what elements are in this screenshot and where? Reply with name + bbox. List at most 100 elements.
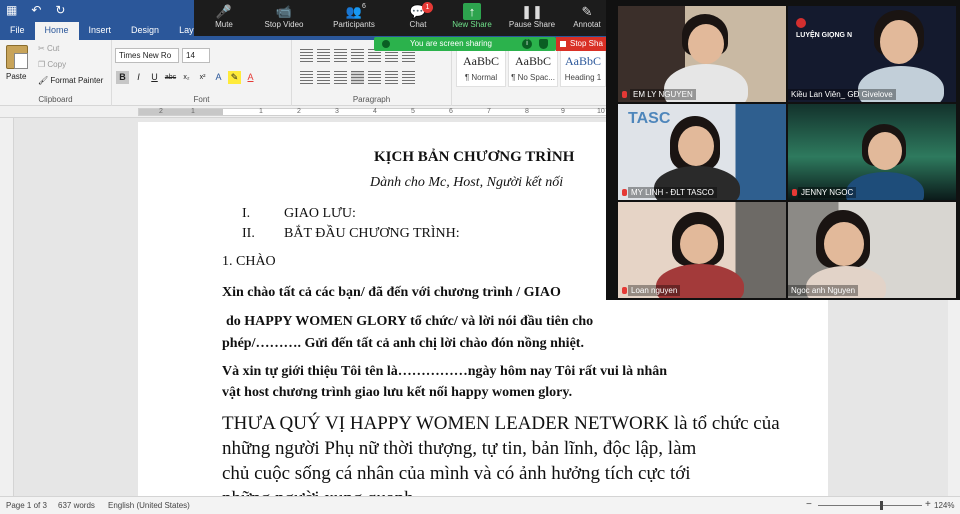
body-line: những người Phụ nữ thời thượng, tự tin, … [222,438,697,459]
participant-tile-active-speaker[interactable]: Ngoc anh Nguyen [788,202,956,298]
align-right-icon[interactable] [334,71,347,84]
justify-icon[interactable] [351,71,364,84]
decrease-indent-icon[interactable] [351,49,364,62]
borders-icon[interactable] [402,71,415,84]
participant-name: Ngoc anh Nguyen [788,285,859,296]
style-no-spacing[interactable]: AaBbC ¶ No Spac... [508,47,558,87]
tab-file[interactable]: File [0,22,35,40]
shield-icon[interactable] [539,39,548,49]
word-count[interactable]: 637 words [58,501,95,510]
body-line: những người xung quanh. [222,486,780,496]
text-effects-icon[interactable]: A [212,71,225,84]
save-icon[interactable]: ▦ [6,3,17,17]
new-share-button[interactable]: ↑ New Share [442,3,502,29]
align-center-icon[interactable] [317,71,330,84]
chat-button[interactable]: 💬 1 Chat [388,2,448,29]
zoom-slider-thumb[interactable] [880,501,883,510]
paragraph-line: do HAPPY WOMEN GLORY tổ chức/ và lời nói… [226,314,594,329]
section-heading: 1. CHÀO [222,254,276,269]
paste-button[interactable]: Paste [6,72,26,81]
ruler-mark: 2 [159,108,163,115]
bullets-icon[interactable] [300,49,313,62]
clipboard-group-label: Clipboard [38,95,73,104]
ruler-left-margin [139,109,223,115]
zoom-in-icon[interactable]: + [925,499,931,510]
multilevel-list-icon[interactable] [334,49,347,62]
style-normal-name: ¶ Normal [464,73,498,82]
ruler-mark: 2 [297,108,301,115]
font-family-select[interactable]: Times New Ro [115,48,179,63]
zoom-slider[interactable] [818,505,922,506]
font-format-row: B I U abc x₂ x² A ✎ A [116,71,257,84]
zoom-out-icon[interactable]: − [806,499,812,510]
paste-icon[interactable] [6,45,28,69]
numbering-icon[interactable] [317,49,330,62]
strikethrough-button[interactable]: abc [164,71,177,84]
paragraph-group-label: Paragraph [352,95,391,104]
info-icon[interactable]: i [522,39,532,49]
tab-home[interactable]: Home [34,22,79,40]
microphone-icon: 🎤 [215,4,233,19]
screen: ▦ ↶ ↻ File Home Insert Design Lay Paste … [0,0,960,514]
participant-tile[interactable]: LUYỆN GIỌNG N Kiều Lan Viên_ GĐ Givelove [788,6,956,102]
ruler-mark: 6 [449,108,453,115]
format-painter-button[interactable]: 🖌 Format Painter [38,76,103,85]
pause-share-button[interactable]: ❚❚ Pause Share [502,3,562,29]
person-head [880,20,918,64]
annotate-label: Annotat [573,20,601,29]
brand-overlay-text: TASC [628,110,671,127]
paragraph-line: Và xin tự giới thiệu Tôi tên là……………ngày… [222,364,668,379]
style-no-spacing-sample: AaBbC [515,54,551,68]
align-left-icon[interactable] [300,71,313,84]
stop-video-button[interactable]: 📹 Stop Video [254,3,314,29]
style-heading-1[interactable]: AaBbC Heading 1 [560,47,606,87]
status-bar: Page 1 of 3 637 words English (United St… [0,496,960,514]
style-normal[interactable]: AaBbC ¶ Normal [456,47,506,87]
participant-tile[interactable]: Loan nguyen [618,202,786,298]
chat-bubble-icon: 💬 [409,4,427,19]
shading-icon[interactable] [385,71,398,84]
superscript-button[interactable]: x² [196,71,209,84]
mute-label: Mute [215,20,233,29]
style-heading-1-sample: AaBbC [565,54,601,68]
line-spacing-icon[interactable] [368,71,381,84]
pause-share-label: Pause Share [508,20,556,29]
sharing-notice-text: You are screen sharing [410,39,492,48]
clipboard-group: Paste ✂ Cut ❐ Copy 🖌 Format Painter Clip… [0,40,112,106]
tab-insert[interactable]: Insert [79,22,122,40]
subscript-button[interactable]: x₂ [180,71,193,84]
undo-icon[interactable]: ↶ [31,3,41,17]
body-paragraph: THƯA QUÝ VỊ HAPPY WOMEN LEADER NETWORK l… [222,411,780,496]
zoom-level[interactable]: 124% [934,501,954,510]
participants-count: 6 [362,3,366,10]
font-size-select[interactable]: 14 [182,48,210,63]
align-buttons-row [300,71,415,84]
muted-mic-icon [622,287,627,294]
underline-button[interactable]: U [148,71,161,84]
participant-tile[interactable]: EM LY NGUYEN [618,6,786,102]
page-count[interactable]: Page 1 of 3 [6,501,47,510]
font-color-icon[interactable]: A [244,71,257,84]
mute-button[interactable]: 🎤 Mute [194,3,254,29]
language-indicator[interactable]: English (United States) [108,501,190,510]
italic-button[interactable]: I [132,71,145,84]
vertical-ruler[interactable] [0,118,14,496]
ruler-mark: 10 [597,108,605,115]
copy-button[interactable]: ❐ Copy [38,60,66,69]
stop-share-button[interactable]: Stop Sha [556,37,606,51]
person-head [824,222,864,266]
style-normal-sample: AaBbC [463,54,499,68]
ruler-mark: 3 [335,108,339,115]
participant-tile[interactable]: TASC MY LINH - ĐLT TASCO [618,104,786,200]
highlight-icon[interactable]: ✎ [228,71,241,84]
person-head [678,126,714,166]
cut-button[interactable]: ✂ Cut [38,44,59,53]
redo-icon[interactable]: ↻ [55,3,65,17]
document-title: KỊCH BẢN CHƯƠNG TRÌNH [374,149,575,165]
bold-button[interactable]: B [116,71,129,84]
muted-mic-icon [792,189,797,196]
participants-button[interactable]: 👥 6 Participants [324,3,384,29]
ruler-mark: 1 [191,108,195,115]
participant-tile[interactable]: JENNY NGOC [788,104,956,200]
tab-design[interactable]: Design [121,22,169,40]
